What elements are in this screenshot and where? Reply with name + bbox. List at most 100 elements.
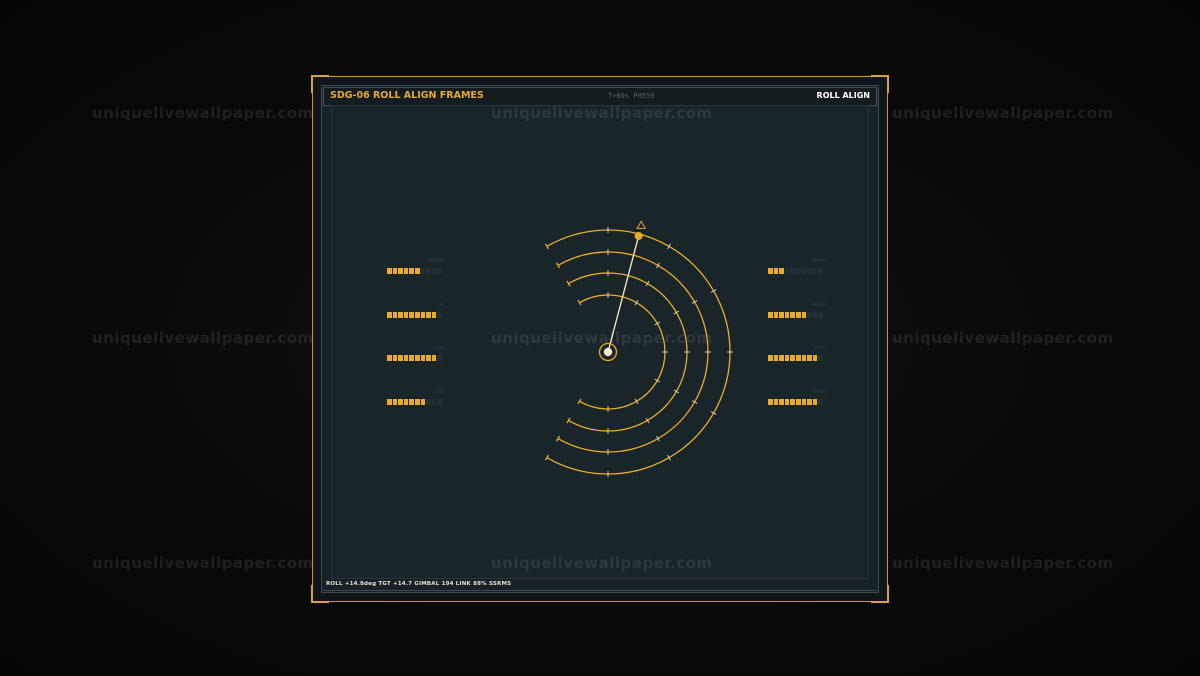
meter-segment	[818, 312, 823, 318]
meter-segment	[812, 399, 818, 405]
watermark: uniquelivewallpaper.com	[92, 554, 314, 572]
meter-segment	[403, 312, 409, 318]
dial-ring	[568, 272, 688, 432]
meter-segment	[812, 312, 818, 318]
target-marker-icon	[636, 220, 647, 229]
dial-hub	[603, 347, 613, 357]
meter-segment	[409, 312, 414, 318]
meter-segment	[387, 312, 392, 318]
meter-segment	[414, 268, 420, 274]
meter-segment	[431, 355, 437, 361]
corner-bracket	[871, 75, 889, 93]
level-meter: BRKNG	[768, 390, 828, 410]
meter-segment	[773, 312, 779, 318]
meter-segment	[403, 355, 409, 361]
meter-segment	[387, 268, 392, 274]
meter-segment	[807, 268, 812, 274]
meter-segment	[420, 312, 426, 318]
meter-segment	[795, 355, 801, 361]
meter-bar	[768, 355, 823, 361]
header-title: SDG-06 ROLL ALIGN FRAMES	[330, 90, 484, 101]
meter-segment	[773, 268, 779, 274]
meter-segment	[426, 268, 431, 274]
meter-segment	[409, 355, 414, 361]
meter-segment	[398, 355, 403, 361]
meter-label: TORQUE	[809, 303, 826, 308]
corner-bracket	[311, 75, 329, 93]
meter-segment	[818, 399, 823, 405]
meter-bar	[768, 399, 823, 405]
corner-bracket	[311, 585, 329, 603]
header-meta: T+00s PH559	[608, 92, 655, 100]
meter-label: MANRVR	[428, 259, 445, 264]
meter-segment	[414, 312, 420, 318]
stage: uniquelivewallpaper.com uniquelivewallpa…	[0, 0, 1200, 676]
level-meter: GRAPL	[768, 259, 828, 279]
meter-segment	[437, 312, 442, 318]
corner-bracket	[871, 585, 889, 603]
header-mode-label: ROLL ALIGN	[816, 91, 870, 100]
meter-bar	[387, 355, 442, 361]
meter-segment	[773, 399, 779, 405]
meter-segment	[414, 355, 420, 361]
meter-segment	[409, 268, 414, 274]
meter-segment	[812, 268, 818, 274]
panel-header: SDG-06 ROLL ALIGN FRAMES T+00s PH559 ROL…	[323, 87, 877, 106]
meter-label: RATE	[815, 346, 826, 351]
meter-segment	[790, 312, 795, 318]
meter-segment	[807, 399, 812, 405]
meter-segment	[392, 399, 398, 405]
meter-label: LHL	[436, 303, 445, 308]
meter-segment	[784, 312, 790, 318]
meter-segment	[807, 355, 812, 361]
meter-label: BRKNG	[812, 390, 826, 395]
meter-segment	[392, 355, 398, 361]
dial-viewport	[331, 105, 869, 579]
meter-bar	[768, 312, 823, 318]
level-meter: RATE	[768, 346, 828, 366]
meter-segment	[795, 399, 801, 405]
meter-segment	[398, 399, 403, 405]
meter-segment	[779, 312, 784, 318]
meter-segment	[768, 268, 773, 274]
meter-segment	[784, 355, 790, 361]
level-meter: CRSR	[387, 390, 447, 410]
meter-segment	[431, 312, 437, 318]
meter-segment	[784, 399, 790, 405]
meter-segment	[387, 399, 392, 405]
meter-bar	[387, 268, 442, 274]
meter-segment	[409, 399, 414, 405]
meter-segment	[392, 312, 398, 318]
meter-segment	[398, 312, 403, 318]
meter-segment	[801, 355, 807, 361]
meter-label: CRSR	[434, 390, 445, 395]
meter-segment	[818, 268, 823, 274]
dial-ring	[579, 294, 666, 410]
meter-segment	[426, 399, 431, 405]
meter-label: GRAPL	[812, 259, 826, 264]
meter-segment	[779, 399, 784, 405]
meter-label: UBAR	[434, 346, 445, 351]
meter-segment	[768, 312, 773, 318]
meter-segment	[414, 399, 420, 405]
hud-panel: SDG-06 ROLL ALIGN FRAMES T+00s PH559 ROL…	[311, 75, 889, 603]
meter-segment	[773, 355, 779, 361]
meter-segment	[398, 268, 403, 274]
watermark: uniquelivewallpaper.com	[92, 104, 314, 122]
dial-ring	[546, 229, 731, 475]
footer-status: ROLL +14.8deg TGT +14.7 GIMBAL 194 LINK …	[326, 581, 512, 587]
meter-segment	[420, 399, 426, 405]
meter-segment	[807, 312, 812, 318]
meter-segment	[426, 312, 431, 318]
watermark: uniquelivewallpaper.com	[92, 329, 314, 347]
meter-segment	[812, 355, 818, 361]
watermark: uniquelivewallpaper.com	[892, 554, 1114, 572]
meter-segment	[790, 399, 795, 405]
footer-divider	[323, 590, 877, 591]
meter-segment	[795, 268, 801, 274]
meter-segment	[426, 355, 431, 361]
meter-segment	[403, 268, 409, 274]
pointer-tip	[634, 231, 643, 240]
meter-segment	[387, 355, 392, 361]
meter-segment	[768, 355, 773, 361]
